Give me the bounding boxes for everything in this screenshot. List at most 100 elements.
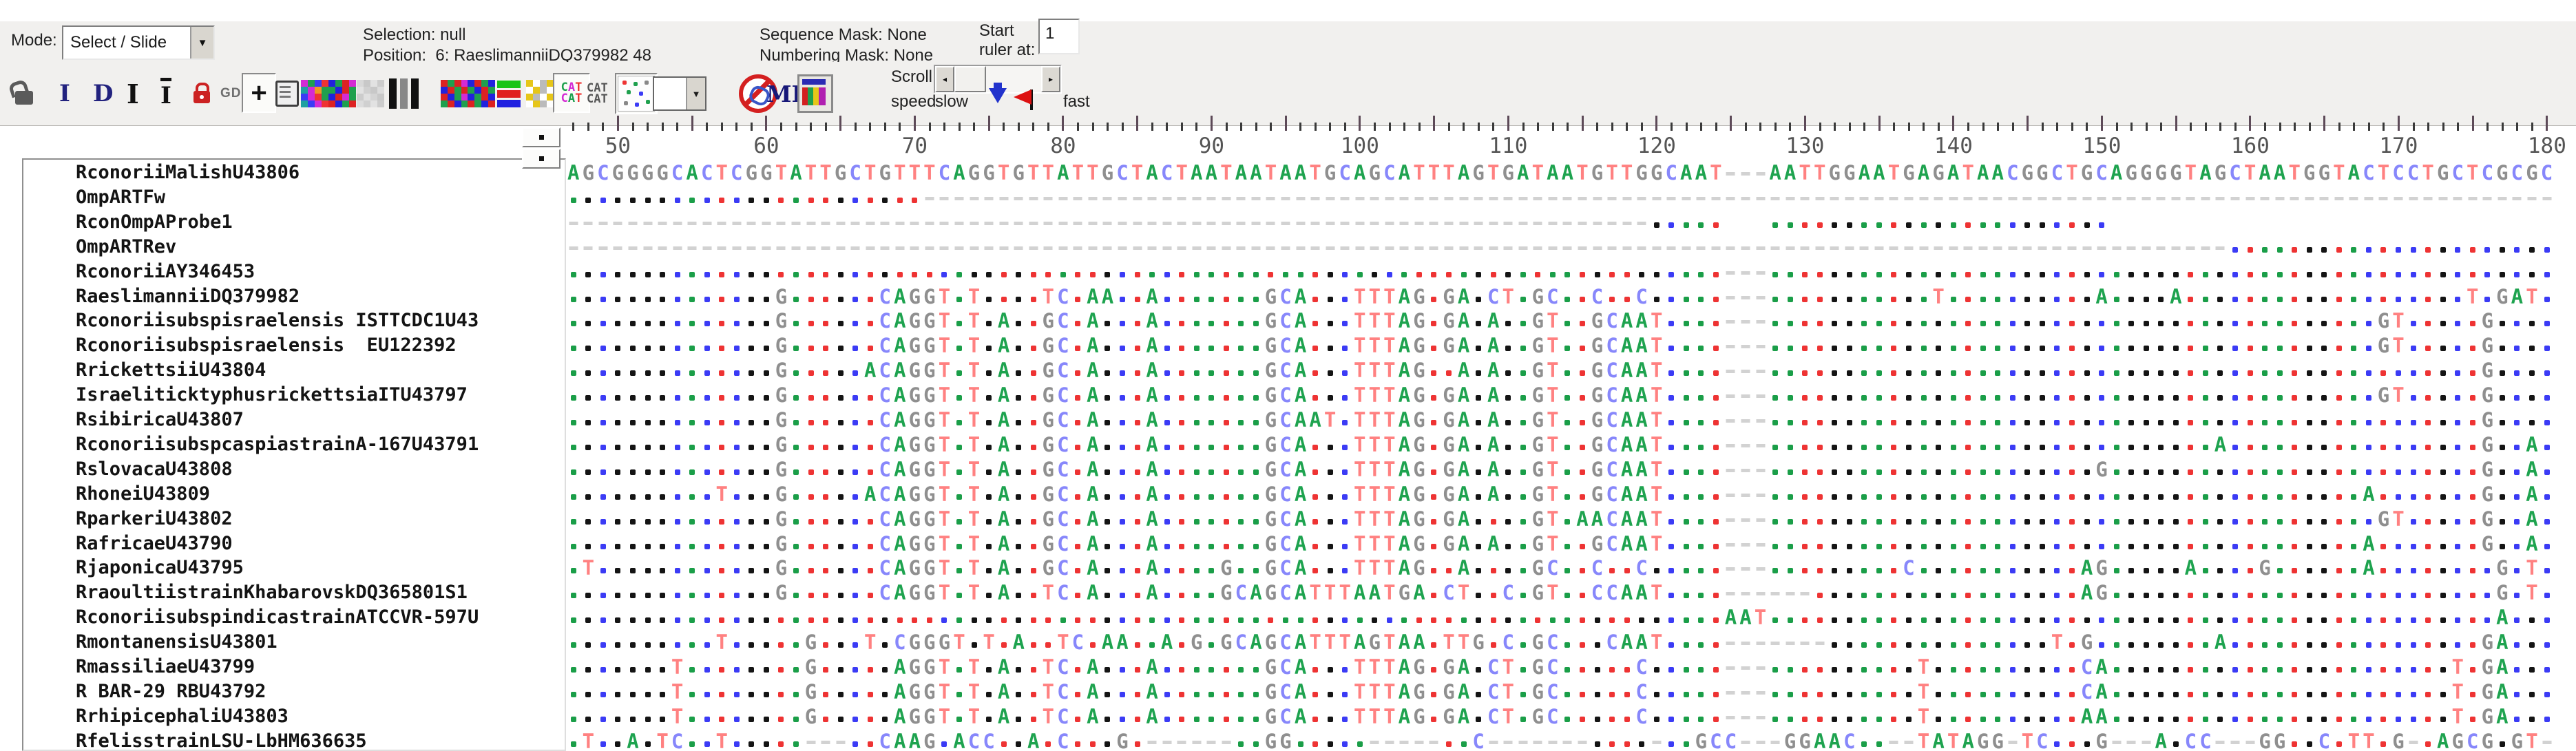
sequence-name[interactable]: RmontanensisU43801: [76, 631, 278, 653]
alignment-row[interactable]: GCAGGTTAGCAAGCATTTAGGAAGTGCAATGTG: [566, 384, 2554, 409]
ruler-tick: [1522, 123, 1525, 131]
ruler-tick: [869, 123, 872, 131]
ruler-number: 140: [1934, 134, 1973, 158]
mosaic-red-icon[interactable]: [441, 73, 468, 114]
gd-icon[interactable]: GD: [220, 73, 242, 114]
ruler-tick: [1819, 123, 1821, 131]
sequence-name[interactable]: RconOmpAProbe1: [76, 211, 233, 233]
ruler-number: 50: [605, 134, 631, 158]
colored-letters-icon[interactable]: [301, 73, 328, 114]
spinner-up-button[interactable]: [522, 127, 561, 147]
faded-letters-icon[interactable]: [357, 73, 384, 114]
alignment-row[interactable]: GCAGGTTAGCAAGCATTTAGGAGTAACAATGTGA: [566, 507, 2554, 533]
ruler-tick: [928, 123, 931, 131]
alignment-row[interactable]: GCAGGTTAGCAAGCAATTTTAGGAAGTGCAATG: [566, 409, 2554, 434]
alignment-row[interactable]: AGCGGGGCACTCGGTATTGCTGTTTCAGGTGTTATTGCTA…: [566, 162, 2554, 187]
ruler-number: 160: [2230, 134, 2270, 158]
alignment-row[interactable]: GCAGGTTAGCAAGCATTTAGGAAGTGCAATAGA: [566, 433, 2554, 458]
sequence-name[interactable]: RhoneiU43809: [76, 483, 210, 505]
ruler-tick: [1640, 123, 1643, 131]
sequence-name[interactable]: RconoriisubspcaspiastrainA-167U43791: [76, 434, 479, 455]
ruler-tick: [973, 123, 976, 131]
alignment-row[interactable]: GCAGGTTATCAAGCAGCATTTAATGACTCGTCCAATAGGT: [566, 582, 2554, 606]
ruler-tick: [1314, 123, 1317, 131]
alignment-row[interactable]: [566, 187, 2554, 211]
black-bars-icon[interactable]: [389, 73, 419, 114]
ruler-tick: [2531, 123, 2533, 131]
ruler-tick: [780, 123, 782, 131]
sequence-name[interactable]: RslovacaU43808: [76, 458, 233, 480]
sequence-name[interactable]: RmassiliaeU43799: [76, 656, 255, 677]
ibeam-overline-icon[interactable]: I: [160, 73, 171, 114]
alignment-row[interactable]: GCAGGTTAGCAAGCATTTAGGAAGTGCAATGTG: [566, 335, 2554, 359]
chevron-down-icon[interactable]: ▼: [190, 27, 213, 59]
sequence-name[interactable]: RfelisstrainLSU-LbHM636635: [76, 730, 367, 751]
sequence-name[interactable]: OmpARTRev: [76, 236, 176, 257]
alignment-row[interactable]: TGCAGGTTAGCAAGGCATTTAGAGCCCCAGAGAGT: [566, 557, 2554, 582]
sequence-name[interactable]: Rconoriisubspisraelensis ISTTCDC1U43: [76, 310, 479, 331]
ruler-tick: [1893, 123, 1896, 131]
sequence-name[interactable]: RraoultiistrainKhabarovskDQ365801S1: [76, 582, 468, 603]
ruler-tick: [2279, 123, 2281, 131]
sequence-name[interactable]: RjaponicaU43795: [76, 557, 244, 578]
alignment-row[interactable]: TGTCGGGTTATCAAAGGCAGCATTTAGTAATTGCGCCAAT…: [566, 631, 2554, 656]
sequence-name[interactable]: IsraeliticktyphusrickettsiaITU43797: [76, 384, 468, 405]
ruler-tick: [2086, 123, 2088, 131]
delete-letter-icon[interactable]: D: [93, 73, 113, 114]
alignment-row[interactable]: GCAGGTTAGCAAGCATTTAGGAAGTGCAATGGA: [566, 458, 2554, 483]
sequence-name[interactable]: OmpARTFw: [76, 187, 165, 208]
alignment-row[interactable]: AATA: [566, 606, 2554, 631]
ruler-tick: [2160, 123, 2163, 131]
sequence-name[interactable]: RrhipicephaliU43803: [76, 706, 289, 727]
sequence-name[interactable]: RafricaeU43790: [76, 533, 233, 554]
ruler-tick: [1403, 123, 1406, 131]
alignment-row[interactable]: TGACAGGTTAGCAAGCATTTAGGAAGTGCAATAGA: [566, 483, 2554, 508]
ruler-tick: [1121, 123, 1124, 131]
sequence-name[interactable]: RconoriiAY346453: [76, 261, 255, 282]
sequence-name[interactable]: RconoriisubspindicastrainATCCVR-597U: [76, 606, 479, 628]
unlock-icon[interactable]: [15, 73, 33, 114]
ruler-number: 80: [1050, 134, 1076, 158]
bioedit-window: Mode: Select / Slide ▼ Selection: null P…: [0, 0, 2576, 751]
alignment-row[interactable]: TGAGGTTATCAAGCATTTAGGACTGCCTAATGA: [566, 705, 2554, 730]
ruler-tick: [676, 123, 679, 131]
color-mosaic-icon[interactable]: [328, 73, 356, 114]
sequence-name[interactable]: R BAR-29 RBU43792: [76, 681, 266, 702]
ruler-tick: [1477, 123, 1480, 131]
alignment-row[interactable]: [566, 261, 2554, 286]
alignment-row[interactable]: GCAGGTTTCAAAGCATTTAGGACTGCCCTAATGAT: [566, 285, 2554, 310]
alignment-row[interactable]: [566, 236, 2554, 261]
red-lock-icon[interactable]: [193, 73, 210, 114]
alignment-row[interactable]: GACAGGTTAGCAAGCATTTAGAAGTGCAATG: [566, 359, 2554, 384]
names-scroll-spinner[interactable]: [522, 127, 562, 170]
alignment-row[interactable]: TATCTCAAGACCACGGGCGCCGGAACTATAGGTCGACCGG…: [566, 730, 2554, 751]
mode-select[interactable]: Select / Slide ▼: [62, 25, 215, 60]
alignment-row[interactable]: TGAGGTTATCAAGCATTTAGGACTGCCTCATGA: [566, 656, 2554, 681]
insert-letter-icon[interactable]: I: [59, 73, 70, 114]
sequence-name[interactable]: RsibiricaU43807: [76, 409, 244, 430]
ruler-tick: [1923, 123, 1925, 131]
alignment-row[interactable]: [566, 211, 2554, 236]
ruler-tick: [1225, 123, 1228, 131]
sequence-name[interactable]: RaeslimanniiDQ379982: [76, 286, 300, 307]
alignment-row[interactable]: TGAGGTTATCAAGCATTTAGGACTGCCTCATGA: [566, 680, 2554, 706]
alignment-pane[interactable]: 50 60 70 80 90 100 110 120 130 140 150 160 170 180 A G C…: [566, 0, 2576, 751]
shade-dots-icon[interactable]: [526, 73, 554, 114]
clipboard-icon[interactable]: [275, 73, 299, 114]
ruler-tick: [1581, 116, 1584, 131]
sequence-name[interactable]: Rconoriisubspisraelensis EU122392: [76, 335, 457, 356]
ruler-tick: [943, 123, 945, 131]
plus-crosshair-icon[interactable]: +: [242, 73, 276, 113]
sequence-name[interactable]: RrickettsiiU43804: [76, 359, 266, 381]
ruler-tick: [572, 123, 575, 131]
selection-status: Selection: null: [363, 25, 466, 44]
alignment-row[interactable]: GCAGGTTAGCAAGCATTTAGGAAGTGCAATGTG: [566, 310, 2554, 335]
alignment-row[interactable]: GCAGGTTAGCAAGCATTTAGGAAGTGCAATAGA: [566, 532, 2554, 558]
ibeam-icon[interactable]: I: [127, 73, 139, 114]
sequence-name[interactable]: RparkeriU43802: [76, 508, 233, 529]
rgb-blocks-icon[interactable]: [497, 73, 521, 114]
sequence-name[interactable]: RconoriiMalishU43806: [76, 162, 300, 183]
mosaic-blue-icon[interactable]: [468, 73, 495, 114]
ruler-tick: [1299, 123, 1302, 131]
spinner-down-button[interactable]: [522, 149, 561, 169]
